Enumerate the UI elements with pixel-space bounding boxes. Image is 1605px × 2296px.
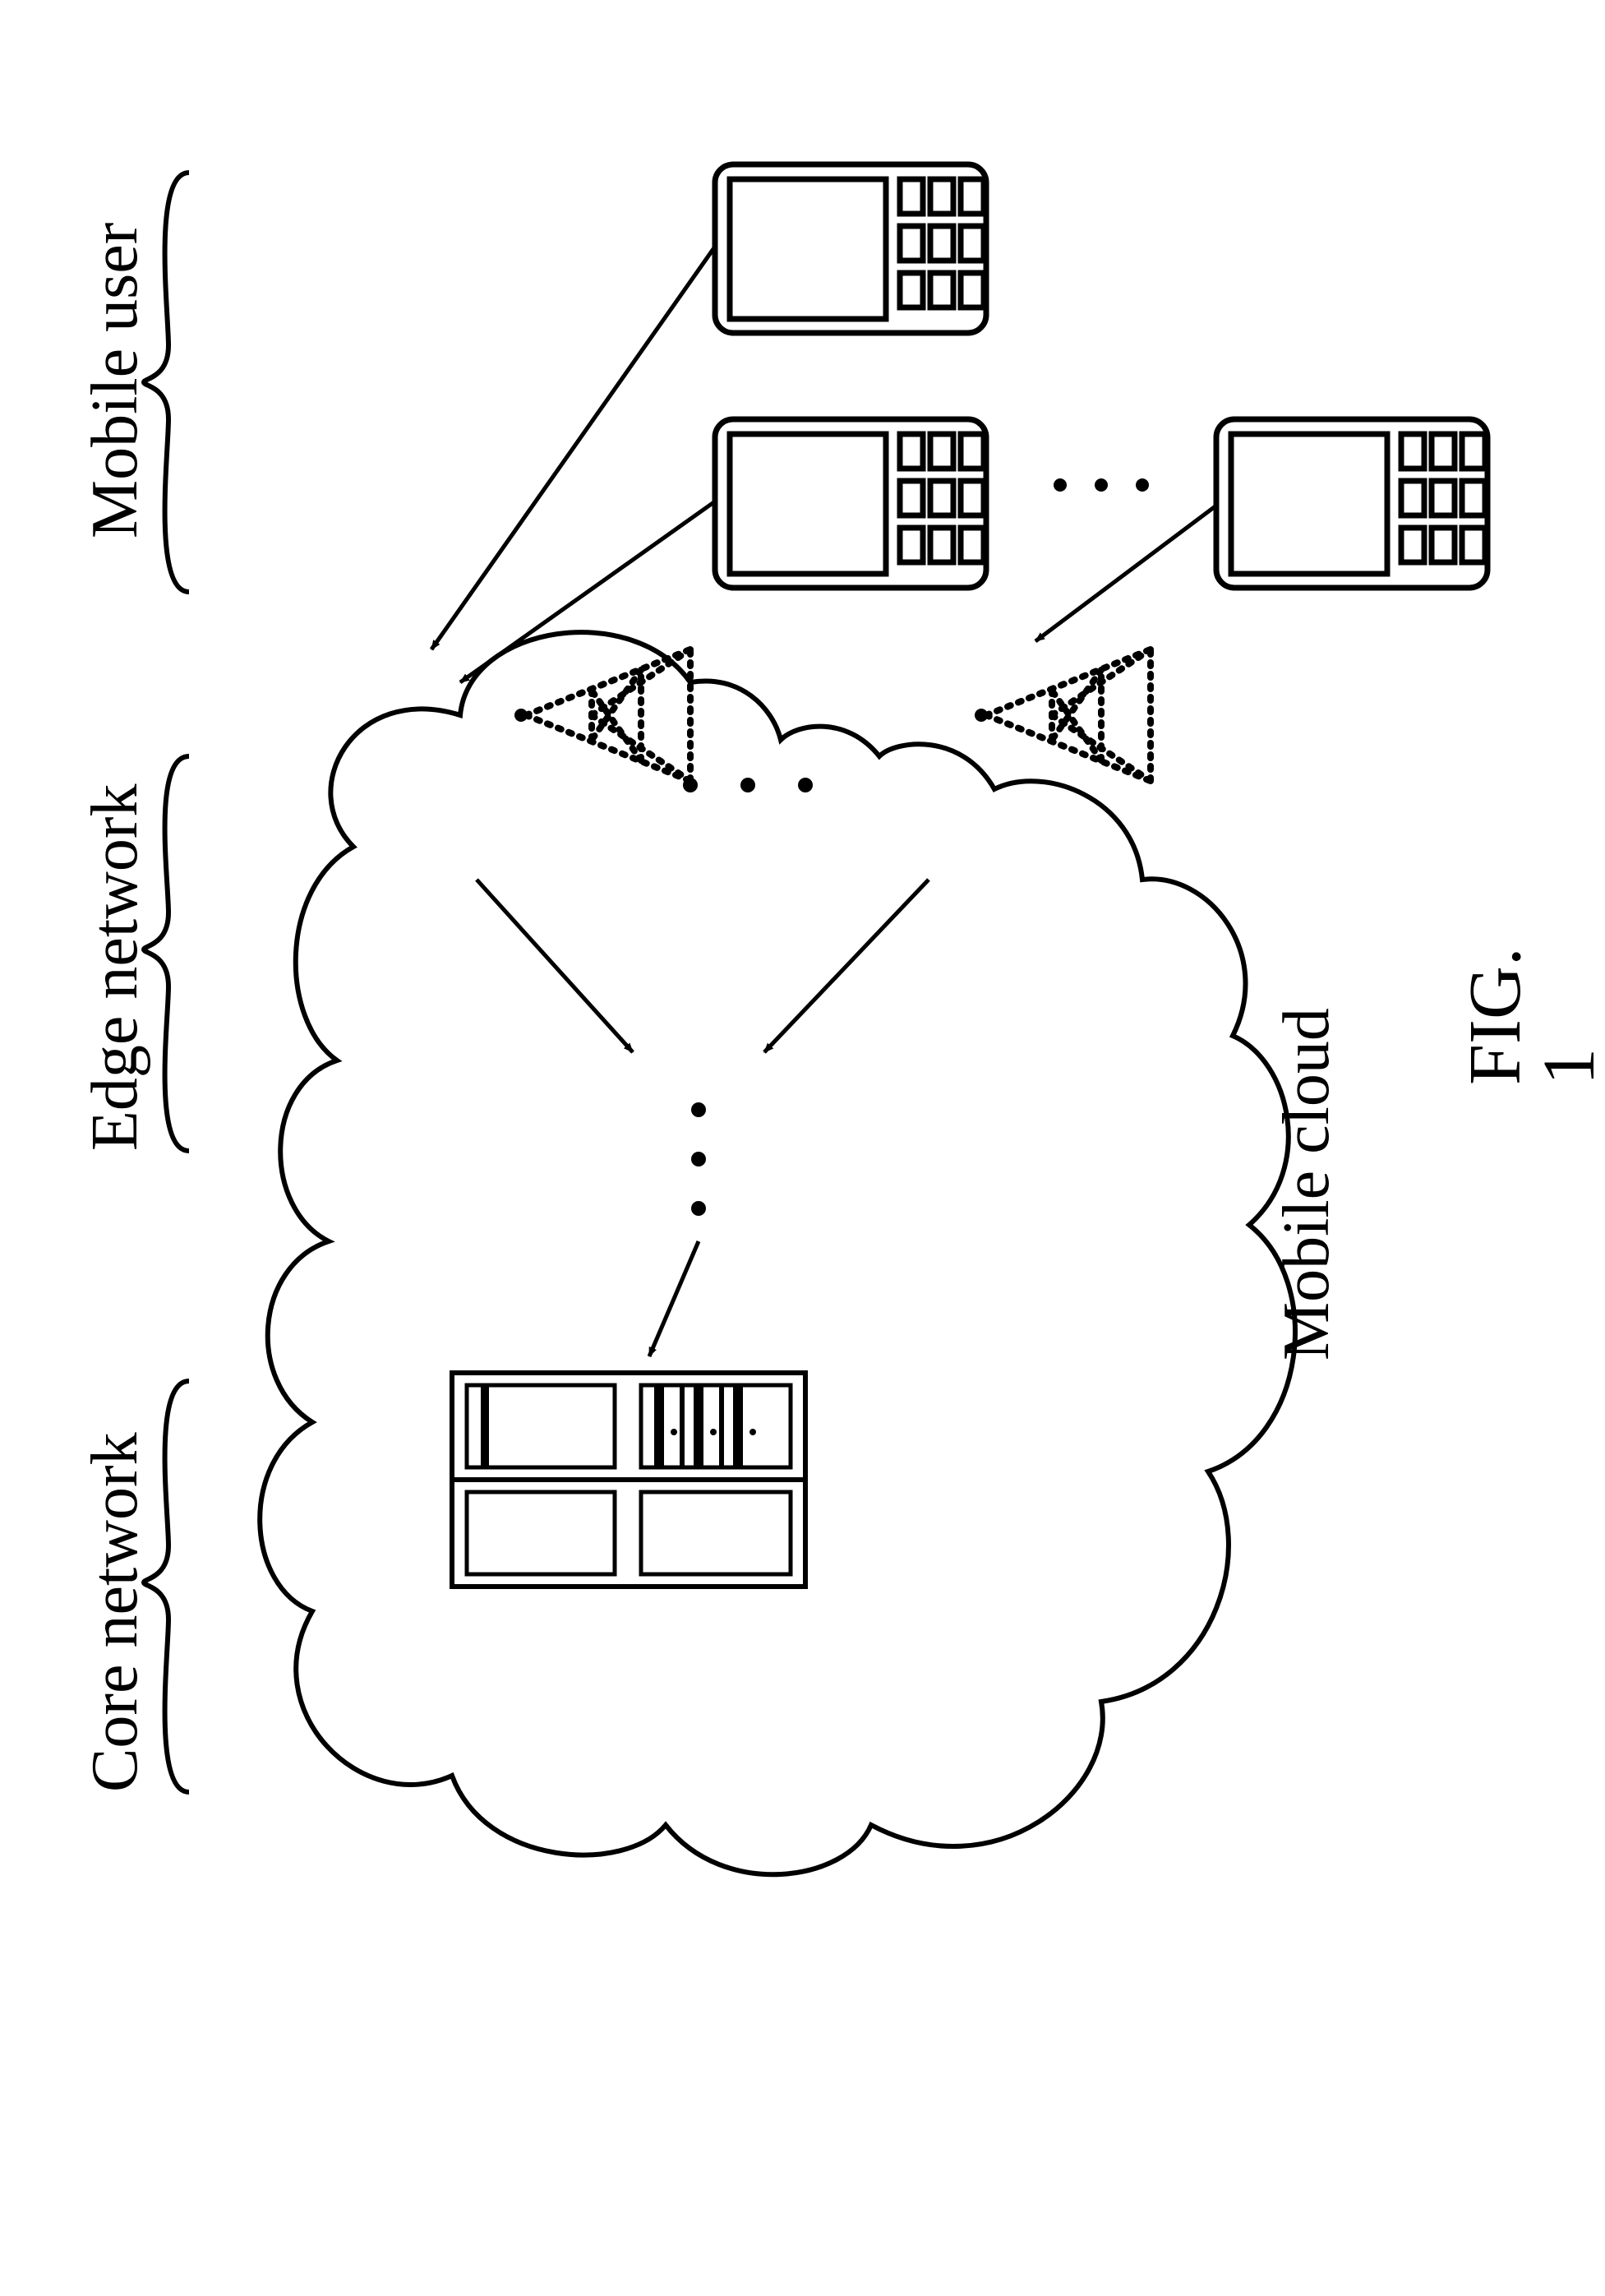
diagram-svg [0,0,1605,2296]
ellipsis-phones [1054,478,1149,492]
arrow-antenna2-to-core [764,880,929,1052]
page: Mobile user Edge network Core network Mo… [0,0,1605,2296]
arrow-phone3-to-antenna2 [1035,506,1216,641]
brace-mobile-user [144,173,189,592]
ellipsis-antennas [683,778,813,792]
arrow-core-to-server [649,1241,699,1356]
server-icon [452,1373,805,1587]
arrow-phone1-to-antenna1 [431,247,715,649]
ellipsis-core-path [691,1102,706,1216]
cloud-icon [260,632,1295,1874]
brace-edge-network [144,756,189,1151]
arrow-antenna1-to-core [477,880,633,1052]
phone-icon [715,419,986,588]
phone-icon [1216,419,1487,588]
brace-core-network [144,1381,189,1792]
antenna-icon [975,649,1151,781]
antenna-icon [514,649,690,781]
phone-icon [715,164,986,333]
